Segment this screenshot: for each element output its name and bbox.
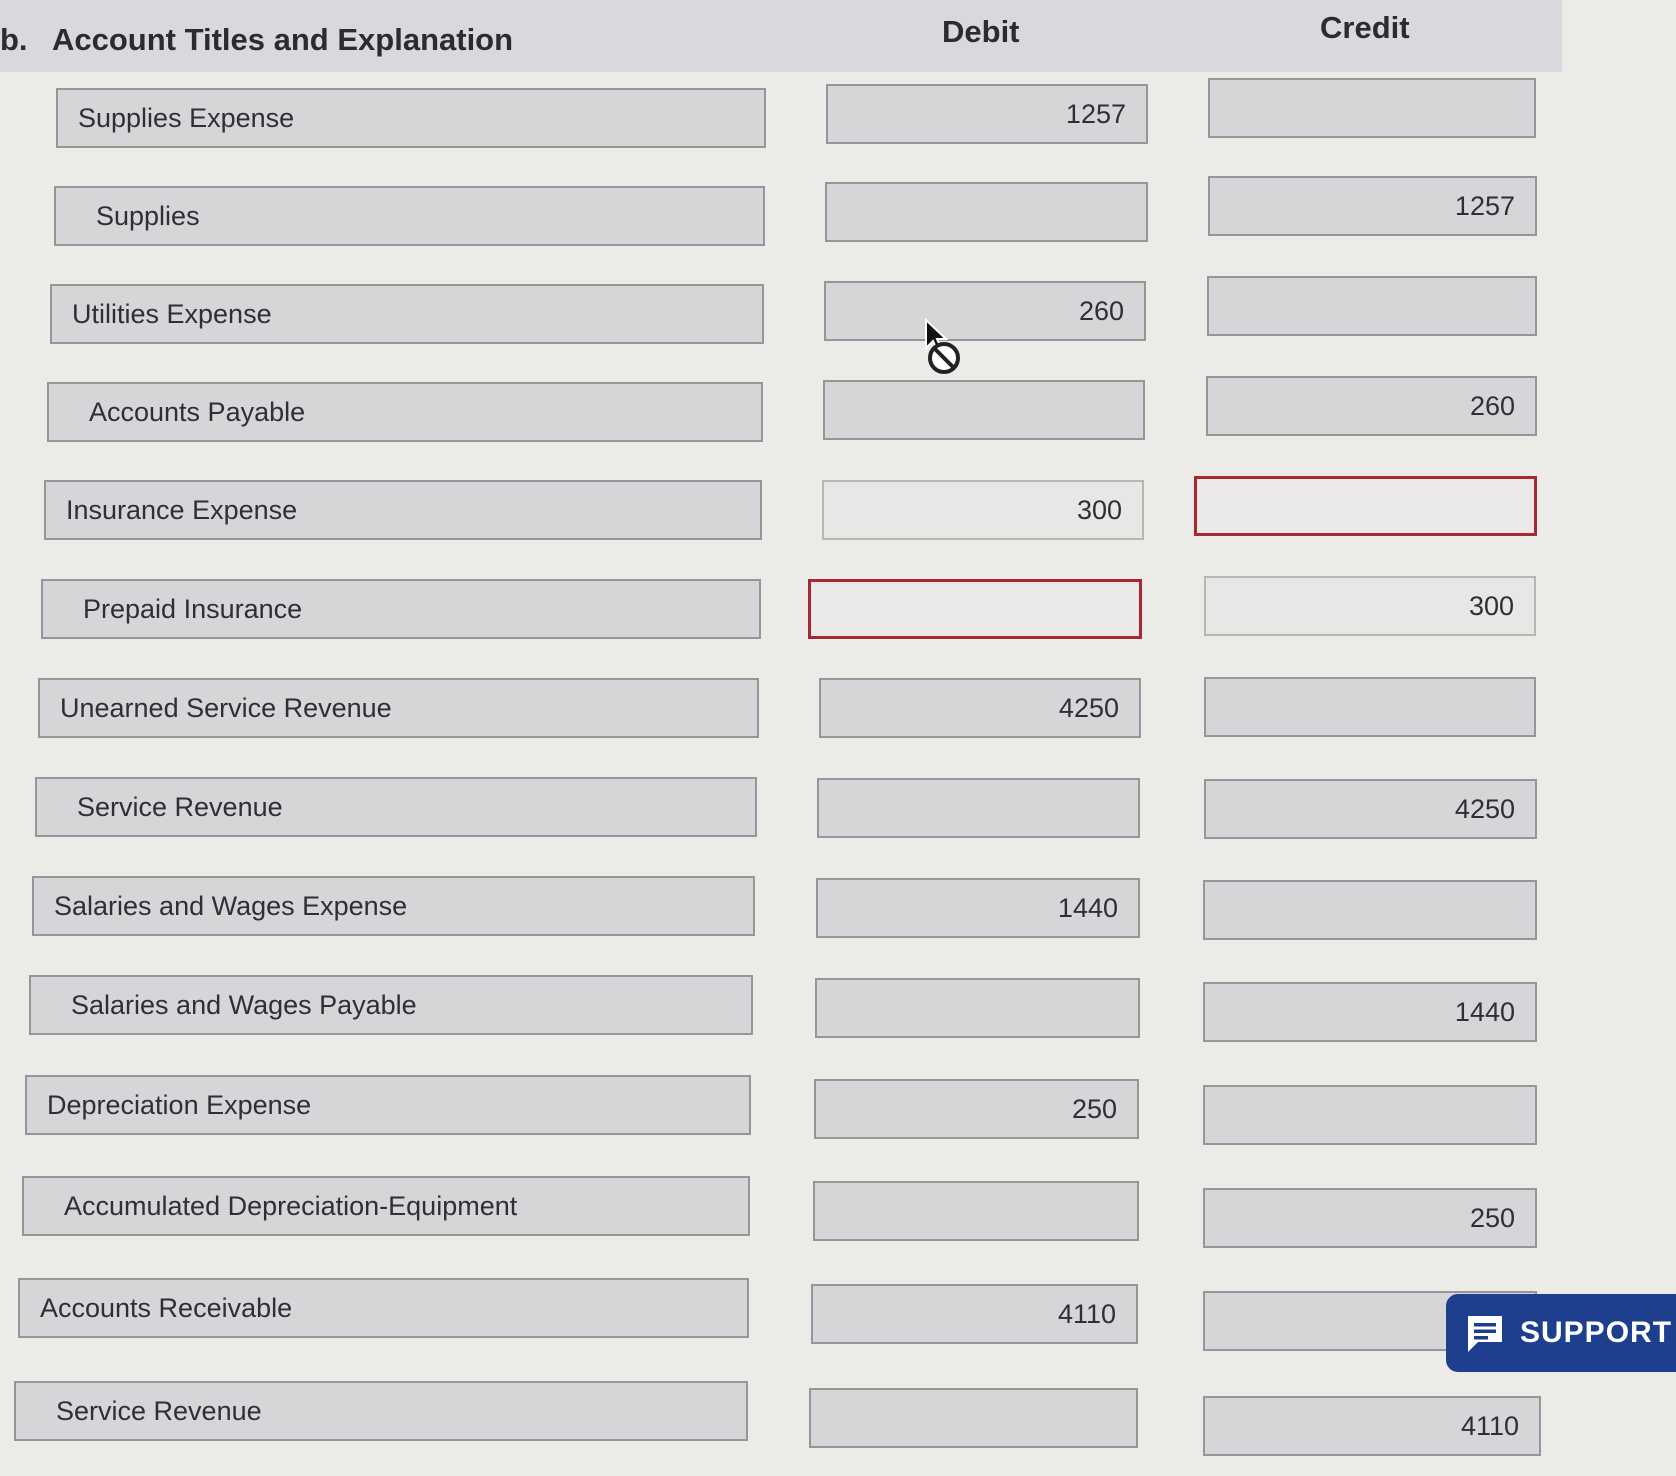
debit-field[interactable]: 250 bbox=[814, 1079, 1139, 1139]
part-label: b. bbox=[0, 22, 28, 57]
credit-field[interactable]: 1440 bbox=[1203, 982, 1537, 1042]
support-label: SUPPORT bbox=[1520, 1316, 1673, 1349]
debit-field[interactable]: 1440 bbox=[816, 878, 1140, 938]
account-field[interactable]: Salaries and Wages Payable bbox=[29, 975, 753, 1035]
table-header: b. Account Titles and Explanation Debit … bbox=[0, 0, 1562, 72]
account-field[interactable]: Service Revenue bbox=[35, 777, 757, 837]
chat-icon bbox=[1468, 1316, 1502, 1352]
credit-field-error[interactable] bbox=[1194, 476, 1537, 536]
debit-field[interactable] bbox=[817, 778, 1140, 838]
debit-field[interactable] bbox=[825, 182, 1148, 242]
account-field[interactable]: Accumulated Depreciation-Equipment bbox=[22, 1176, 750, 1236]
account-field[interactable]: Supplies Expense bbox=[56, 88, 766, 148]
debit-field[interactable]: 300 bbox=[822, 480, 1144, 540]
account-field[interactable]: Utilities Expense bbox=[50, 284, 764, 344]
credit-field[interactable] bbox=[1204, 677, 1536, 737]
debit-field-error[interactable] bbox=[808, 579, 1142, 639]
credit-field[interactable]: 1257 bbox=[1208, 176, 1537, 236]
account-field[interactable]: Unearned Service Revenue bbox=[38, 678, 759, 738]
debit-field[interactable] bbox=[815, 978, 1140, 1038]
credit-header: Credit bbox=[1320, 10, 1410, 45]
debit-field[interactable]: 4110 bbox=[811, 1284, 1138, 1344]
debit-field[interactable]: 1257 bbox=[826, 84, 1148, 144]
account-field[interactable]: Accounts Payable bbox=[47, 382, 763, 442]
credit-field[interactable]: 4110 bbox=[1203, 1396, 1541, 1456]
credit-field[interactable]: 300 bbox=[1204, 576, 1536, 636]
arrow-cursor-icon bbox=[925, 318, 960, 374]
account-field[interactable]: Supplies bbox=[54, 186, 765, 246]
support-button[interactable]: SUPPORT bbox=[1446, 1294, 1676, 1372]
account-titles-header: Account Titles and Explanation bbox=[52, 22, 514, 57]
debit-field[interactable] bbox=[823, 380, 1145, 440]
account-field[interactable]: Accounts Receivable bbox=[18, 1278, 749, 1338]
account-field[interactable]: Prepaid Insurance bbox=[41, 579, 761, 639]
account-field[interactable]: Service Revenue bbox=[14, 1381, 748, 1441]
credit-field[interactable]: 260 bbox=[1206, 376, 1537, 436]
credit-field[interactable]: 4250 bbox=[1204, 779, 1537, 839]
debit-field[interactable]: 260 bbox=[824, 281, 1146, 341]
account-field[interactable]: Depreciation Expense bbox=[25, 1075, 751, 1135]
credit-field[interactable] bbox=[1208, 78, 1536, 138]
account-field[interactable]: Salaries and Wages Expense bbox=[32, 876, 755, 936]
credit-field[interactable] bbox=[1207, 276, 1537, 336]
account-field[interactable]: Insurance Expense bbox=[44, 480, 762, 540]
credit-field[interactable] bbox=[1203, 880, 1537, 940]
debit-field[interactable] bbox=[813, 1181, 1139, 1241]
debit-field[interactable] bbox=[809, 1388, 1138, 1448]
debit-field[interactable]: 4250 bbox=[819, 678, 1141, 738]
credit-field[interactable]: 250 bbox=[1203, 1188, 1537, 1248]
not-allowed-icon bbox=[928, 342, 960, 374]
credit-field[interactable] bbox=[1203, 1085, 1537, 1145]
debit-header: Debit bbox=[942, 14, 1020, 49]
